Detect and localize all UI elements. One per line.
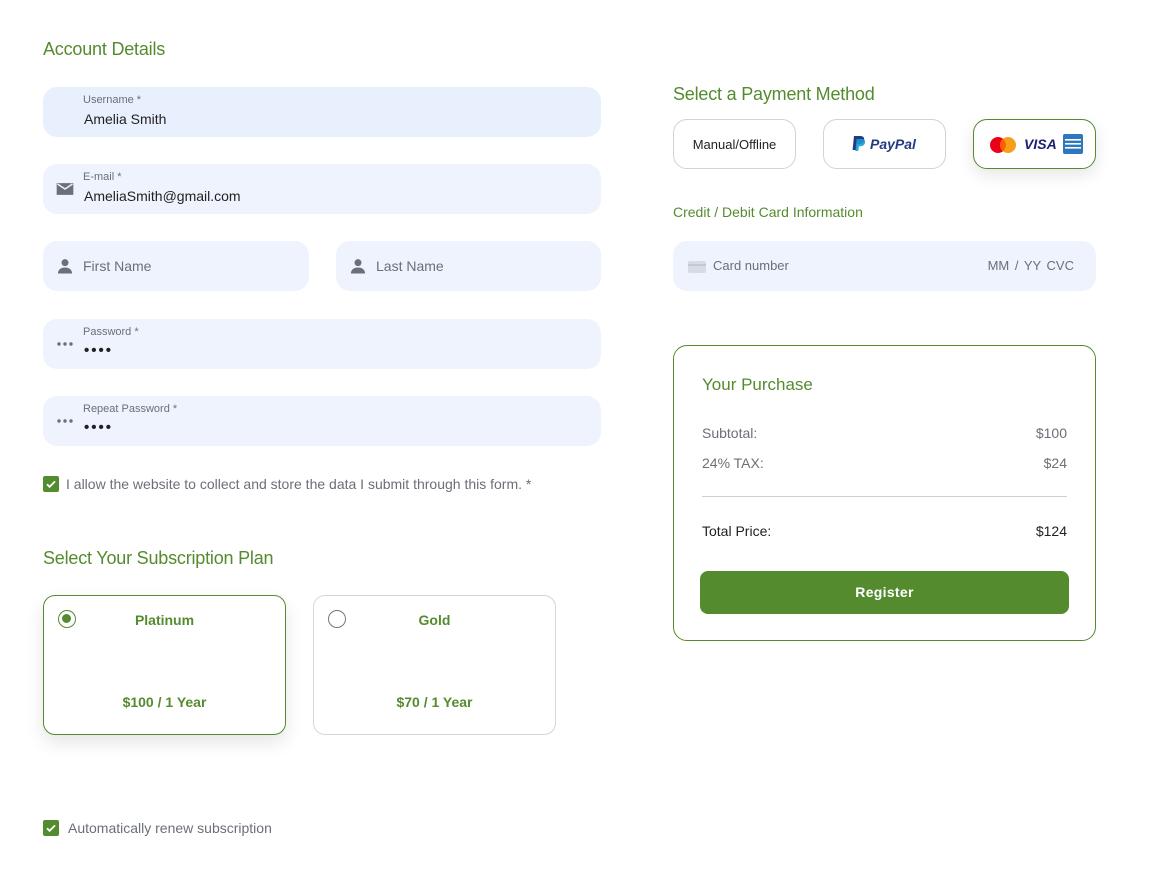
payment-manual-label: Manual/Offline [692,137,777,152]
paypal-logo-text: PayPal [870,136,916,152]
last-name-field[interactable]: Last Name [336,241,601,291]
total-label: Total Price: [702,523,772,539]
subtotal-value: $100 [1035,425,1067,441]
repeat-password-field[interactable]: Repeat Password * •••• [43,396,601,446]
payment-manual-button[interactable]: Manual/Offline [673,119,796,169]
account-details-heading: Account Details [43,39,166,59]
username-label: Username * [83,94,142,106]
payment-card-button[interactable]: VISA [973,119,1096,169]
person-icon [348,256,368,276]
payment-paypal-button[interactable]: PayPal [823,119,946,169]
password-label: Password * [83,326,139,338]
card-info-heading: Credit / Debit Card Information [673,204,863,220]
credit-card-icon [688,260,706,278]
last-name-placeholder: Last Name [376,258,444,274]
plan-name: Gold [418,612,451,628]
password-field[interactable]: Password * •••• [43,319,601,369]
repeat-password-value[interactable]: •••• [84,419,113,436]
plan-name: Platinum [134,612,195,628]
password-value[interactable]: •••• [84,342,113,359]
auto-renew-label: Automatically renew subscription [68,820,272,836]
password-dots-icon [55,411,75,431]
first-name-field[interactable]: First Name [43,241,309,291]
auto-renew-checkbox[interactable] [43,820,59,836]
plan-price: $70 / 1 Year [396,694,473,710]
divider [702,496,1067,497]
card-number-placeholder[interactable]: Card number [713,258,789,273]
subtotal-label: Subtotal: [702,425,758,441]
total-value: $124 [1035,523,1067,539]
check-icon [46,824,56,833]
username-value[interactable]: Amelia Smith [84,111,166,127]
card-input[interactable]: Card number MM / YY CVC [673,241,1096,291]
email-value[interactable]: AmeliaSmith@gmail.com [84,188,241,204]
subscription-heading: Select Your Subscription Plan [43,548,274,568]
consent-label: I allow the website to collect and store… [66,476,532,492]
consent-checkbox[interactable] [43,476,59,492]
plan-price: $100 / 1 Year [122,694,207,710]
tax-value: $24 [1043,455,1067,471]
paypal-logo-icon: PayPal [851,135,921,155]
purchase-summary: Your Purchase Subtotal: $100 24% TAX: $2… [673,345,1096,641]
check-icon [46,480,56,489]
person-icon [55,256,75,276]
amex-icon [1063,134,1083,154]
card-expiry-cvc-placeholder[interactable]: MM / YY CVC [988,258,1074,273]
payment-method-heading: Select a Payment Method [673,84,875,104]
email-label: E-mail * [83,171,122,183]
register-button[interactable]: Register [700,571,1069,614]
plan-card-gold[interactable]: Gold $70 / 1 Year [313,595,556,735]
password-dots-icon [55,334,75,354]
email-field[interactable]: E-mail * AmeliaSmith@gmail.com [43,164,601,214]
visa-logo: VISA [1024,136,1057,152]
first-name-placeholder: First Name [83,258,152,274]
mastercard-icon [987,135,1019,160]
username-field[interactable]: Username * Amelia Smith [43,87,601,137]
purchase-title: Your Purchase [702,375,813,394]
mail-icon [55,179,75,199]
plan-card-platinum[interactable]: Platinum $100 / 1 Year [43,595,286,735]
repeat-password-label: Repeat Password * [83,403,178,415]
tax-label: 24% TAX: [702,455,764,471]
